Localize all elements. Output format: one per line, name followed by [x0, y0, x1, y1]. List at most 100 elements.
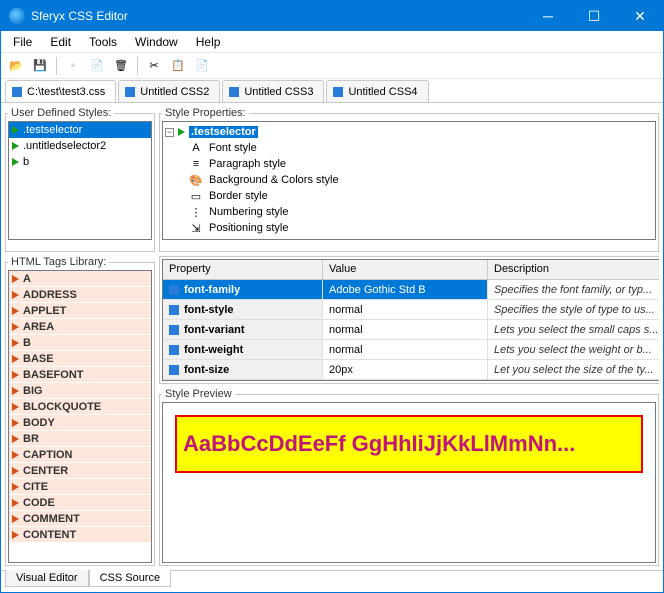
play-icon — [12, 499, 19, 507]
style-tree[interactable]: − .testselector AFont style≡Paragraph st… — [162, 121, 656, 240]
menu-edit[interactable]: Edit — [42, 33, 79, 51]
prop-value[interactable]: normal — [323, 300, 488, 320]
property-row[interactable]: font-weightnormalLets you select the wei… — [163, 340, 659, 360]
property-row[interactable]: font-stylenormalSpecifies the style of t… — [163, 300, 659, 320]
prop-icon — [169, 285, 179, 295]
main-area: User Defined Styles: .testselector .unti… — [1, 103, 663, 570]
minimize-button[interactable]: ─ — [525, 1, 571, 31]
property-row[interactable]: font-size20pxLet you select the size of … — [163, 360, 659, 380]
new-style-button[interactable]: 📄 — [86, 55, 108, 77]
open-button[interactable]: 📂 — [5, 55, 27, 77]
prop-description: Specifies the style of type to us... — [488, 300, 659, 320]
prop-icon — [169, 305, 179, 315]
tag-label: BASEFONT — [23, 369, 84, 381]
preview-box: AaBbCcDdEeFf GgHhIiJjKkLlMmNn... — [162, 402, 656, 563]
prop-value[interactable]: 20px — [323, 360, 488, 380]
tag-item[interactable]: COMMENT — [9, 511, 151, 527]
tag-item[interactable]: CAPTION — [9, 447, 151, 463]
save-button[interactable]: 💾 — [29, 55, 51, 77]
prop-icon — [169, 345, 179, 355]
prop-value[interactable]: normal — [323, 340, 488, 360]
play-icon — [12, 158, 19, 166]
doc-tab[interactable]: C:\test\test3.css — [5, 80, 116, 102]
html-tags-panel: HTML Tags Library: AADDRESSAPPLETAREABBA… — [5, 256, 155, 566]
prop-icon — [169, 365, 179, 375]
menu-tools[interactable]: Tools — [81, 33, 125, 51]
tag-label: BASE — [23, 353, 54, 365]
tree-node[interactable]: 🎨Background & Colors style — [165, 172, 653, 188]
user-styles-list[interactable]: .testselector .untitledselector2 b — [8, 121, 152, 240]
tag-item[interactable]: B — [9, 335, 151, 351]
node-icon: ≡ — [189, 158, 203, 170]
tag-item[interactable]: APPLET — [9, 303, 151, 319]
play-icon — [12, 419, 19, 427]
node-label: Positioning style — [209, 222, 289, 234]
prop-value[interactable]: normal — [323, 320, 488, 340]
doc-tab[interactable]: Untitled CSS3 — [222, 80, 324, 102]
tag-item[interactable]: CONTENT — [9, 527, 151, 543]
doc-tab[interactable]: Untitled CSS2 — [118, 80, 220, 102]
tag-label: BR — [23, 433, 39, 445]
tag-item[interactable]: BODY — [9, 415, 151, 431]
tab-label: Untitled CSS4 — [348, 86, 417, 98]
tag-item[interactable]: BASEFONT — [9, 367, 151, 383]
menu-help[interactable]: Help — [188, 33, 229, 51]
tag-item[interactable]: AREA — [9, 319, 151, 335]
play-icon — [12, 451, 19, 459]
prop-description: Lets you select the weight or b... — [488, 340, 659, 360]
doc-tab[interactable]: Untitled CSS4 — [326, 80, 428, 102]
grid-header: Property Value Description — [163, 260, 659, 280]
prop-name: font-weight — [163, 340, 323, 360]
tag-label: APPLET — [23, 305, 66, 317]
toolbar: 📂 💾 ▫️ 📄 🗑 ✂ 📋 📄 — [1, 53, 663, 79]
node-label: Numbering style — [209, 206, 288, 218]
menu-file[interactable]: File — [5, 33, 40, 51]
menu-window[interactable]: Window — [127, 33, 186, 51]
tag-item[interactable]: A — [9, 271, 151, 287]
header-property[interactable]: Property — [163, 260, 323, 279]
node-icon: ▭ — [189, 190, 203, 203]
style-item[interactable]: .testselector — [9, 122, 151, 138]
left-column: User Defined Styles: .testselector .unti… — [5, 107, 155, 566]
new-doc-button[interactable]: ▫️ — [62, 55, 84, 77]
paste-button[interactable]: 📄 — [191, 55, 213, 77]
play-icon — [12, 371, 19, 379]
titlebar: Sferyx CSS Editor ─ ☐ ✕ — [1, 1, 663, 31]
tab-icon — [333, 87, 343, 97]
header-description[interactable]: Description — [488, 260, 659, 279]
tab-label: Untitled CSS2 — [140, 86, 209, 98]
property-row[interactable]: font-variantnormalLets you select the sm… — [163, 320, 659, 340]
delete-button[interactable]: 🗑 — [110, 55, 132, 77]
tag-item[interactable]: ADDRESS — [9, 287, 151, 303]
tree-root[interactable]: − .testselector — [165, 124, 653, 140]
tree-node[interactable]: ≡Paragraph style — [165, 156, 653, 172]
cut-button[interactable]: ✂ — [143, 55, 165, 77]
play-icon — [12, 531, 19, 539]
tag-item[interactable]: CITE — [9, 479, 151, 495]
maximize-button[interactable]: ☐ — [571, 1, 617, 31]
panel-title: Style Preview — [162, 388, 235, 400]
style-item[interactable]: .untitledselector2 — [9, 138, 151, 154]
tab-css-source[interactable]: CSS Source — [89, 570, 172, 587]
close-button[interactable]: ✕ — [617, 1, 663, 31]
tag-item[interactable]: CODE — [9, 495, 151, 511]
prop-name: font-size — [163, 360, 323, 380]
tree-node[interactable]: AFont style — [165, 140, 653, 156]
tab-visual-editor[interactable]: Visual Editor — [5, 570, 89, 587]
tag-item[interactable]: BASE — [9, 351, 151, 367]
header-value[interactable]: Value — [323, 260, 488, 279]
tag-item[interactable]: BIG — [9, 383, 151, 399]
tree-node[interactable]: ▭Border style — [165, 188, 653, 204]
tag-item[interactable]: BR — [9, 431, 151, 447]
tree-node[interactable]: ⋮Numbering style — [165, 204, 653, 220]
prop-value[interactable]: Adobe Gothic Std B — [323, 280, 488, 300]
tree-node[interactable]: ⇲Positioning style — [165, 220, 653, 236]
collapse-icon[interactable]: − — [165, 128, 174, 137]
tag-item[interactable]: BLOCKQUOTE — [9, 399, 151, 415]
tags-list[interactable]: AADDRESS APPLET AREA B BASE BASEFONT BIGBLOCKQ… — [8, 270, 152, 563]
style-item[interactable]: b — [9, 154, 151, 170]
copy-button[interactable]: 📋 — [167, 55, 189, 77]
tag-label: B — [23, 337, 31, 349]
tag-item[interactable]: CENTER — [9, 463, 151, 479]
property-row[interactable]: font-familyAdobe Gothic Std BSpecifies t… — [163, 280, 659, 300]
